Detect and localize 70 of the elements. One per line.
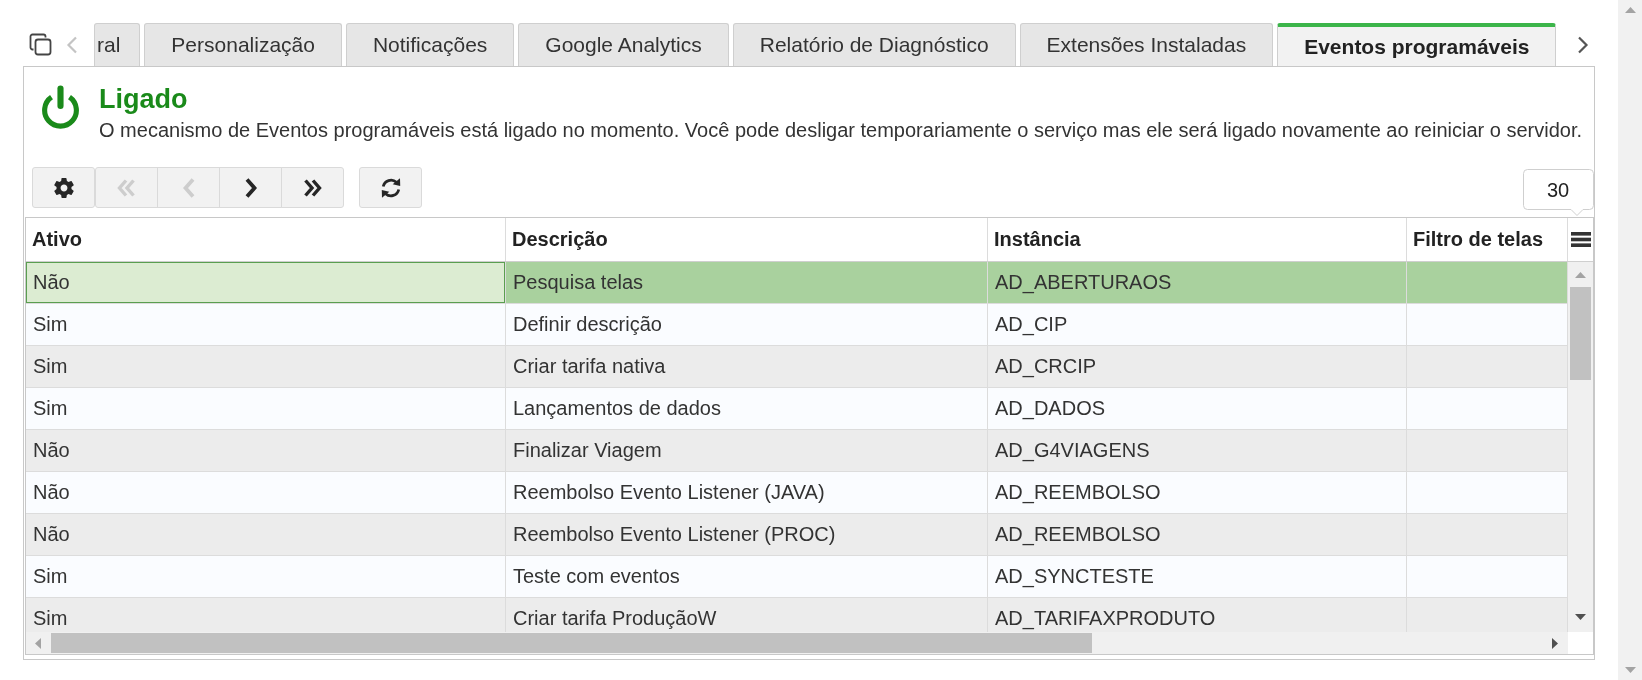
- horizontal-scrollbar[interactable]: [26, 632, 1568, 654]
- status-message: O mecanismo de Eventos programáveis está ligado no momento. Você pode desligar temporariamente o serviço mas ele será ligado novamente ao reiniciar o servidor.: [99, 118, 1582, 142]
- copy-icon[interactable]: [29, 33, 52, 56]
- table-cell: Pesquisa telas: [506, 262, 988, 303]
- tab[interactable]: Personalização: [144, 23, 342, 66]
- table-cell: Não: [26, 514, 506, 555]
- table-row[interactable]: Sim Criar tarifa nativa AD_CRCIP: [26, 346, 1568, 388]
- table-cell: AD_REEMBOLSO: [988, 514, 1407, 555]
- table-cell: AD_ABERTURAOS: [988, 262, 1407, 303]
- double-chevron-right-icon: [303, 178, 322, 197]
- chevron-left-icon: [182, 177, 195, 198]
- tab[interactable]: Extensões Instaladas: [1019, 23, 1274, 66]
- table-cell: AD_CIP: [988, 304, 1407, 345]
- refresh-button[interactable]: [359, 167, 422, 208]
- table-cell: Reembolso Evento Listener (PROC): [506, 514, 988, 555]
- table-cell: AD_G4VIAGENS: [988, 430, 1407, 471]
- table-cell: Não: [26, 430, 506, 471]
- table-cell: AD_CRCIP: [988, 346, 1407, 387]
- next-page-button[interactable]: [219, 167, 282, 208]
- scroll-up-icon[interactable]: [1624, 7, 1636, 13]
- vertical-scrollbar[interactable]: [1568, 262, 1593, 632]
- scroll-down-icon[interactable]: [1575, 614, 1586, 620]
- page-size-tooltip: 30: [1523, 169, 1594, 216]
- table-cell: AD_SYNCTESTE: [988, 556, 1407, 597]
- table-row[interactable]: Não Reembolso Evento Listener (PROC) AD_REEMBOLSO: [26, 514, 1568, 556]
- tab[interactable]: Relatório de Diagnóstico: [732, 23, 1016, 66]
- page-scrollbar[interactable]: [1618, 0, 1642, 680]
- table-cell: Sim: [26, 388, 506, 429]
- tab[interactable]: Notificações: [345, 23, 515, 66]
- scrollbar-thumb[interactable]: [51, 633, 1092, 653]
- table-cell: AD_DADOS: [988, 388, 1407, 429]
- last-page-button[interactable]: [281, 167, 344, 208]
- scroll-right-icon[interactable]: [1552, 637, 1558, 649]
- table-row[interactable]: Sim Lançamentos de dados AD_DADOS: [26, 388, 1568, 430]
- table-row[interactable]: Sim Criar tarifa ProduçãoW AD_TARIFAXPRODUTO: [26, 598, 1568, 632]
- table-cell: Finalizar Viagem: [506, 430, 988, 471]
- column-header[interactable]: Filtro de telas: [1407, 218, 1568, 261]
- gear-icon: [53, 177, 74, 198]
- table-cell: Definir descrição: [506, 304, 988, 345]
- tab[interactable]: Google Analytics: [518, 23, 729, 66]
- table-cell: Teste com eventos: [506, 556, 988, 597]
- table-cell: Não: [26, 472, 506, 513]
- table-cell: Sim: [26, 346, 506, 387]
- column-header[interactable]: Descrição: [506, 218, 988, 261]
- scrollbar-thumb[interactable]: [1570, 287, 1591, 380]
- column-header[interactable]: Ativo: [26, 218, 506, 261]
- refresh-icon: [379, 176, 402, 199]
- menu-icon[interactable]: [1570, 232, 1591, 247]
- table-cell: Sim: [26, 556, 506, 597]
- table-cell: Sim: [26, 304, 506, 345]
- table-cell: AD_REEMBOLSO: [988, 472, 1407, 513]
- tab[interactable]: ral: [94, 23, 141, 66]
- table-row[interactable]: Sim Definir descrição AD_CIP: [26, 304, 1568, 346]
- double-chevron-left-icon: [117, 178, 136, 197]
- table-row[interactable]: Não Pesquisa telas AD_ABERTURAOS: [26, 262, 1568, 304]
- scroll-left-icon[interactable]: [35, 637, 41, 649]
- status-title: Ligado: [99, 84, 189, 115]
- tab[interactable]: Eventos programáveis: [1277, 23, 1557, 66]
- table-row[interactable]: Sim Teste com eventos AD_SYNCTESTE: [26, 556, 1568, 598]
- table-row[interactable]: Não Reembolso Evento Listener (JAVA) AD_REEMBOLSO: [26, 472, 1568, 514]
- table-row[interactable]: Não Finalizar Viagem AD_G4VIAGENS: [26, 430, 1568, 472]
- table-cell: Criar tarifa nativa: [506, 346, 988, 387]
- table-cell: Lançamentos de dados: [506, 388, 988, 429]
- scroll-up-icon[interactable]: [1575, 272, 1586, 278]
- table-cell: Reembolso Evento Listener (JAVA): [506, 472, 988, 513]
- settings-button[interactable]: [32, 167, 95, 208]
- chevron-right-icon[interactable]: [1577, 35, 1590, 54]
- chevron-right-icon: [244, 177, 257, 198]
- column-header[interactable]: Instância: [988, 218, 1407, 261]
- table-cell: Não: [26, 262, 506, 303]
